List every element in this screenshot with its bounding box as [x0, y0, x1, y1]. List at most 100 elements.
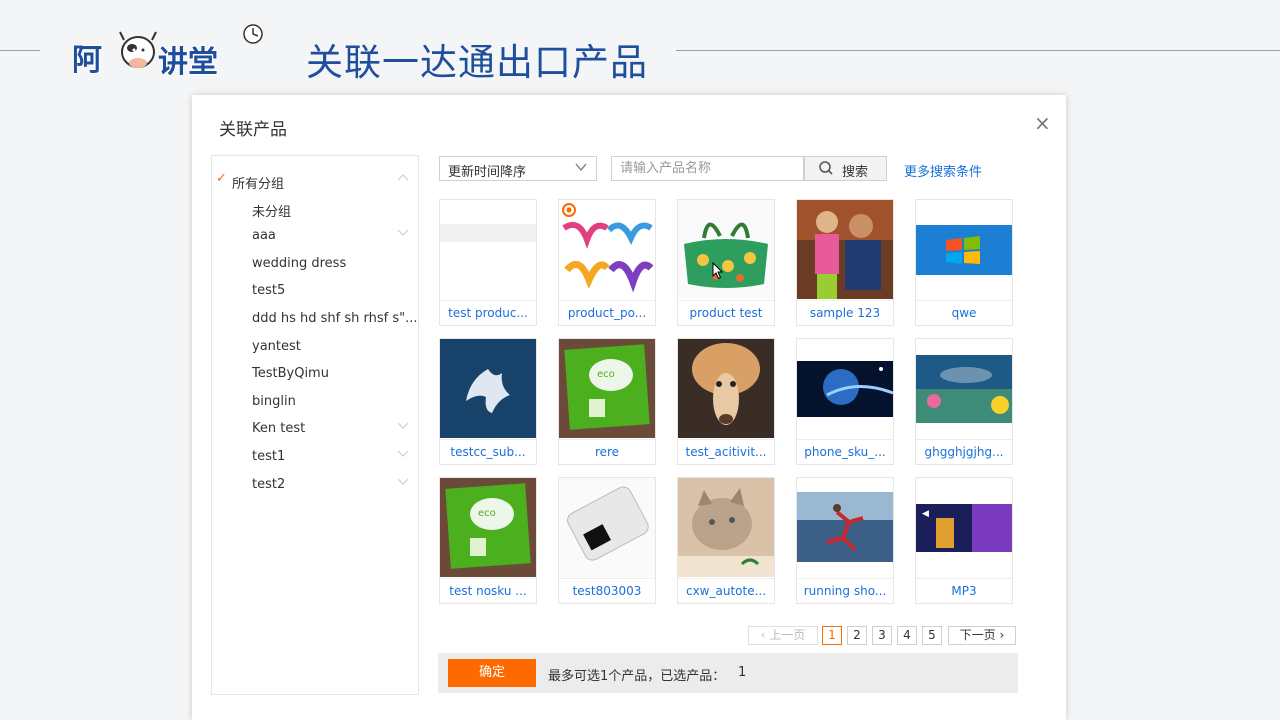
product-thumbnail	[678, 339, 774, 438]
sort-select[interactable]: 更新时间降序	[439, 156, 597, 181]
group-item-label: test2	[252, 476, 286, 492]
prev-page-button[interactable]: ‹ 上一页	[748, 626, 818, 645]
product-thumbnail	[916, 339, 1012, 438]
product-name: test produc...	[440, 300, 536, 325]
product-card[interactable]: product_po...	[558, 199, 656, 326]
product-name: rere	[559, 439, 655, 464]
group-item[interactable]: test5	[212, 278, 418, 304]
product-card[interactable]: product test	[677, 199, 775, 326]
svg-text:eco: eco	[597, 369, 615, 380]
next-page-label: 下一页	[959, 628, 996, 642]
page-2-button[interactable]: 2	[847, 626, 867, 645]
product-name: test803003	[559, 578, 655, 603]
group-item[interactable]: wedding dress	[212, 251, 418, 277]
product-thumbnail	[559, 478, 655, 577]
product-thumbnail: eco	[559, 339, 655, 438]
group-item[interactable]: test2	[212, 472, 418, 498]
product-card[interactable]: eco rere	[558, 338, 656, 465]
product-name: qwe	[916, 300, 1012, 325]
group-item-label: aaa	[252, 228, 276, 244]
group-item-label: binglin	[252, 393, 296, 409]
group-list: ✓ 所有分组未分组 aaa wedding dress test5 ddd hs hd s…	[211, 155, 419, 695]
search-button-label: 搜索	[842, 165, 869, 180]
mouse-cursor-icon	[712, 261, 724, 284]
product-card[interactable]: test_acitivit...	[677, 338, 775, 465]
product-thumbnail	[797, 478, 893, 577]
close-icon[interactable]: ×	[1034, 111, 1051, 135]
product-card[interactable]: test produc...	[439, 199, 537, 326]
product-name: product test	[678, 300, 774, 325]
group-item[interactable]: ddd hs hd shf sh rhsf s"...	[212, 306, 418, 332]
product-name: product_po...	[559, 300, 655, 325]
product-name: test_acitivit...	[678, 439, 774, 464]
selected-count: 1	[738, 665, 747, 680]
product-card[interactable]: running sho...	[796, 477, 894, 604]
product-card[interactable]: test803003	[558, 477, 656, 604]
product-card[interactable]: testcc_sub...	[439, 338, 537, 465]
next-page-button[interactable]: 下一页 ›	[948, 626, 1016, 645]
product-thumbnail	[440, 200, 536, 299]
checkmark-icon: ✓	[216, 171, 227, 186]
chevron-down-icon[interactable]	[396, 225, 410, 242]
product-card[interactable]: cxw_autote...	[677, 477, 775, 604]
product-thumbnail	[559, 200, 655, 299]
product-thumbnail	[678, 200, 774, 299]
product-name: MP3	[916, 578, 1012, 603]
group-item[interactable]: ✓ 所有分组	[212, 168, 418, 194]
slide-title: 关联一达通出口产品	[306, 41, 648, 84]
product-name: testcc_sub...	[440, 439, 536, 464]
product-card[interactable]: qwe	[915, 199, 1013, 326]
group-item[interactable]: 未分组	[212, 196, 418, 222]
page-1-button[interactable]: 1	[822, 626, 842, 645]
group-item-label: 所有分组	[232, 177, 285, 192]
product-thumbnail: eco	[440, 478, 536, 577]
product-search-input[interactable]	[611, 156, 804, 181]
group-item-label: test5	[252, 283, 286, 299]
svg-text:◀: ◀	[922, 509, 929, 519]
group-item[interactable]: binglin	[212, 389, 418, 415]
group-item-label: yantest	[252, 338, 301, 354]
svg-text:讲堂: 讲堂	[158, 45, 218, 80]
svg-text:eco: eco	[478, 508, 496, 519]
search-button[interactable]: 搜索	[804, 156, 887, 181]
group-item-label: Ken test	[252, 421, 306, 437]
selection-limit-note: 最多可选1个产品，已选产品：	[548, 669, 726, 684]
page-3-button[interactable]: 3	[872, 626, 892, 645]
search-icon	[818, 159, 834, 181]
group-item[interactable]: aaa	[212, 223, 418, 249]
product-name: test nosku ...	[440, 578, 536, 603]
prev-page-label: 上一页	[769, 628, 806, 642]
group-item[interactable]: Ken test	[212, 416, 418, 442]
page-5-button[interactable]: 5	[922, 626, 942, 645]
product-card[interactable]: ◀ MP3	[915, 477, 1013, 604]
chevron-down-icon[interactable]	[396, 446, 410, 463]
product-card[interactable]: sample 123	[796, 199, 894, 326]
product-card[interactable]: eco test nosku ...	[439, 477, 537, 604]
product-card[interactable]: ghgghjgjhg...	[915, 338, 1013, 465]
product-card[interactable]: phone_sku_...	[796, 338, 894, 465]
chevron-right-icon: ›	[995, 628, 1005, 642]
group-item-label: TestByQimu	[252, 366, 329, 382]
product-thumbnail	[440, 339, 536, 438]
product-name: ghgghjgjhg...	[916, 439, 1012, 464]
product-name: cxw_autote...	[678, 578, 774, 603]
confirm-button[interactable]: 确定	[448, 659, 536, 687]
chevron-up-icon[interactable]	[396, 170, 410, 187]
product-name: running sho...	[797, 578, 893, 603]
group-item[interactable]: yantest	[212, 334, 418, 360]
group-item-label: ddd hs hd shf sh rhsf s"...	[252, 311, 418, 326]
page-4-button[interactable]: 4	[897, 626, 917, 645]
link-product-dialog: 关联产品 × ✓ 所有分组 未分组 aaa wedding dress test5 ddd …	[192, 95, 1066, 720]
dialog-footer: 确定 最多可选1个产品，已选产品： 1	[438, 653, 1018, 693]
svg-text:阿: 阿	[72, 43, 102, 78]
group-item[interactable]: test1	[212, 444, 418, 470]
sort-select-value: 更新时间降序	[448, 165, 527, 180]
logo: 阿 讲堂	[66, 18, 276, 88]
group-item[interactable]: TestByQimu	[212, 361, 418, 387]
product-name: phone_sku_...	[797, 439, 893, 464]
chevron-down-icon[interactable]	[396, 418, 410, 435]
chevron-down-icon[interactable]	[396, 474, 410, 491]
more-search-conditions-link[interactable]: 更多搜索条件	[904, 161, 982, 180]
product-name: sample 123	[797, 300, 893, 325]
product-thumbnail	[916, 200, 1012, 299]
